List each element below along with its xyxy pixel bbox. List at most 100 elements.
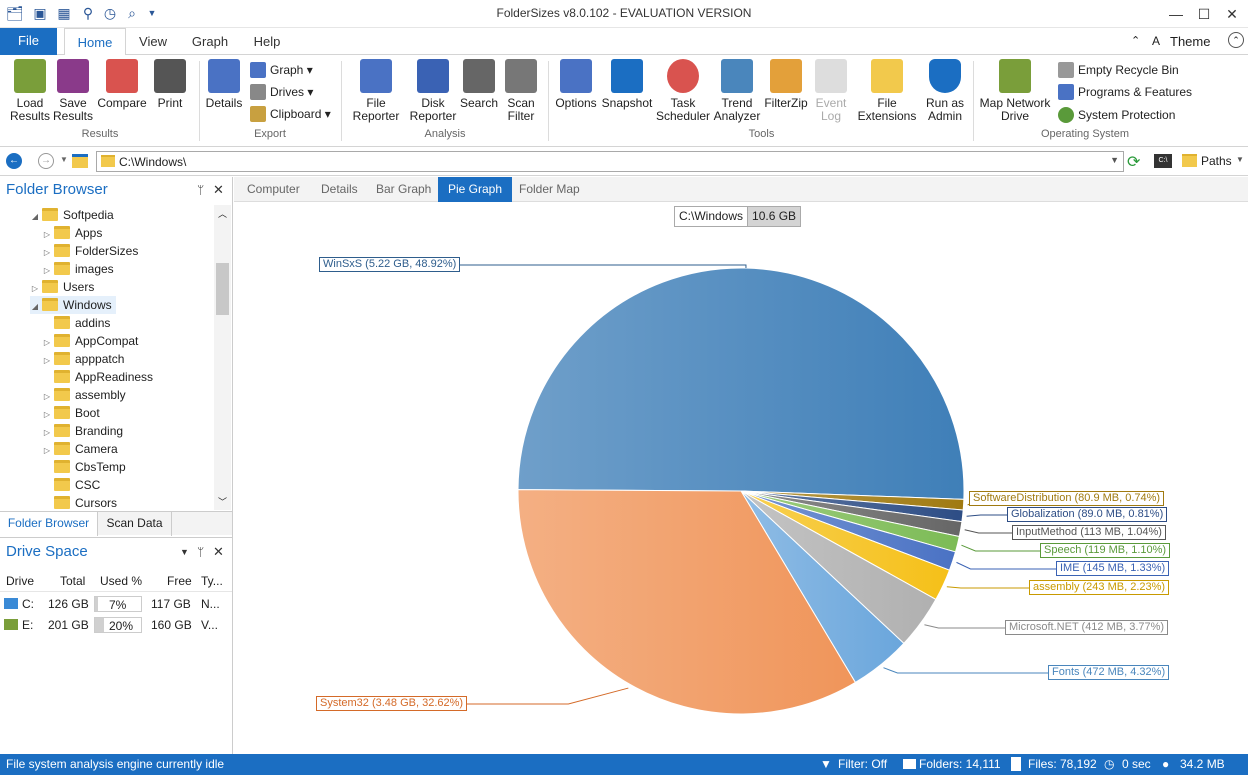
clipboard-dropdown[interactable]: Clipboard ▾ <box>250 103 331 125</box>
collapse-ribbon-icon[interactable]: ⌃ <box>1131 34 1140 47</box>
column-drive[interactable]: Drive <box>6 574 34 588</box>
slice-label[interactable]: Speech (119 MB, 1.10%) <box>1040 543 1171 558</box>
tab-folder-map[interactable]: Folder Map <box>519 177 580 202</box>
theme-button[interactable]: Theme <box>1170 34 1210 49</box>
close-panel-icon[interactable]: ✕ <box>213 538 224 566</box>
column-free[interactable]: Free <box>167 574 192 588</box>
compare-button[interactable]: Compare <box>96 59 148 110</box>
slice-label[interactable]: InputMethod (113 MB, 1.04%) <box>1012 525 1166 540</box>
tab-computer[interactable]: Computer <box>247 177 300 202</box>
tree-item[interactable]: Cursors <box>42 494 117 510</box>
scan-filter-button[interactable]: Scan Filter <box>502 59 540 123</box>
load-results-button[interactable]: Load Results <box>8 59 52 123</box>
breadcrumb-path[interactable]: C:\Windows <box>675 207 747 226</box>
tree-item[interactable]: ▷ images <box>42 260 114 278</box>
path-dropdown-icon[interactable]: ▼ <box>1110 155 1119 165</box>
expand-toggle-icon[interactable]: ◢ <box>30 298 40 316</box>
tree-item[interactable]: ▷ Apps <box>42 224 102 242</box>
tree-item[interactable]: ▷ Branding <box>42 422 123 440</box>
forward-icon[interactable]: → <box>38 153 54 169</box>
tree-item[interactable]: ▷ Boot <box>42 404 100 422</box>
tab-home[interactable]: Home <box>64 28 126 56</box>
pin-icon[interactable]: ᛘ <box>197 177 204 203</box>
up-folder-icon[interactable] <box>72 154 88 168</box>
pin-icon[interactable]: ᛘ <box>197 538 204 566</box>
slice-label[interactable]: Microsoft.NET (412 MB, 3.77%) <box>1005 620 1169 635</box>
tree-scrollbar[interactable]: ︿ ﹀ <box>214 205 231 510</box>
tab-scan-data[interactable]: Scan Data <box>98 512 172 536</box>
tree-item[interactable]: CbsTemp <box>42 458 126 476</box>
tree-item[interactable]: ▷ AppCompat <box>42 332 138 350</box>
tree-item[interactable]: ▷ Users <box>30 278 94 296</box>
refresh-icon[interactable]: ⟳ <box>1127 152 1140 172</box>
run-as-admin-button[interactable]: Run as Admin <box>922 59 968 123</box>
scroll-up-icon[interactable]: ︿ <box>218 207 227 220</box>
drives-dropdown[interactable]: Drives ▾ <box>250 81 313 103</box>
print-button[interactable]: Print <box>152 59 188 110</box>
scroll-thumb[interactable] <box>216 263 229 315</box>
options-button[interactable]: Options <box>554 59 598 110</box>
paths-button[interactable]: Paths <box>1201 154 1232 168</box>
slice-label[interactable]: assembly (243 MB, 2.23%) <box>1029 580 1170 595</box>
tree-item[interactable]: ▷ assembly <box>42 386 126 404</box>
tab-view[interactable]: View <box>132 28 174 55</box>
tree-item[interactable]: ▷ apppatch <box>42 350 124 368</box>
disk-reporter-button[interactable]: Disk Reporter <box>407 59 459 123</box>
tab-pie-graph[interactable]: Pie Graph <box>438 177 513 202</box>
graph-dropdown[interactable]: Graph ▾ <box>250 59 313 81</box>
scroll-down-icon[interactable]: ﹀ <box>218 495 227 508</box>
minimize-button[interactable]: — <box>1162 4 1190 24</box>
tree-item[interactable]: addins <box>42 314 110 332</box>
column-total[interactable]: Total <box>60 574 85 588</box>
tree-item[interactable]: CSC <box>42 476 100 494</box>
task-scheduler-button[interactable]: Task Scheduler <box>656 59 710 123</box>
slice-label[interactable]: SoftwareDistribution (80.9 MB, 0.74%) <box>969 491 1165 506</box>
tab-graph[interactable]: Graph <box>184 28 236 55</box>
search-button[interactable]: Search <box>460 59 498 110</box>
pie-slice[interactable] <box>517 267 965 500</box>
column-type[interactable]: Ty... <box>201 574 223 588</box>
tab-file[interactable]: File <box>0 28 57 55</box>
system-protection-button[interactable]: System Protection <box>1058 104 1175 126</box>
tree-item[interactable]: ▷ Camera <box>42 440 118 458</box>
path-input[interactable]: C:\Windows\ ▼ <box>96 151 1124 172</box>
drive-row[interactable]: C: 126 GB 117 GB N... 7% <box>0 594 232 614</box>
event-log-button[interactable]: Event Log <box>812 59 850 123</box>
maximize-button[interactable]: ☐ <box>1190 4 1218 24</box>
expand-toggle-icon[interactable]: ◢ <box>30 208 40 226</box>
tree-item[interactable]: ◢ Softpedia <box>30 206 114 224</box>
close-panel-icon[interactable]: ✕ <box>213 177 224 203</box>
back-icon[interactable]: ← <box>6 153 22 169</box>
slice-label[interactable]: IME (145 MB, 1.33%) <box>1056 561 1170 576</box>
panel-dropdown-icon[interactable]: ▼ <box>180 538 189 566</box>
tree-item[interactable]: ◢ Windows <box>30 296 116 314</box>
close-button[interactable]: ✕ <box>1218 4 1246 24</box>
slice-label[interactable]: Fonts (472 MB, 4.32%) <box>1048 665 1170 680</box>
details-button[interactable]: Details <box>204 59 244 110</box>
filter-status[interactable]: Filter: Off <box>838 754 887 775</box>
command-prompt-icon[interactable]: C:\ <box>1154 154 1172 168</box>
tab-bar-graph[interactable]: Bar Graph <box>376 177 431 202</box>
column-used[interactable]: Used % <box>100 574 142 588</box>
snapshot-button[interactable]: Snapshot <box>600 59 654 110</box>
tab-folder-browser[interactable]: Folder Browser <box>0 512 98 536</box>
drive-row[interactable]: E: 201 GB 160 GB V... 20% <box>0 615 232 635</box>
collapse-up-icon[interactable]: ⌃ <box>1228 32 1244 48</box>
save-results-button[interactable]: Save Results <box>53 59 93 123</box>
history-dropdown-icon[interactable]: ▼ <box>60 155 68 164</box>
paths-dropdown-icon[interactable]: ▼ <box>1236 155 1244 164</box>
file-reporter-button[interactable]: File Reporter <box>347 59 405 123</box>
slice-label[interactable]: Globalization (89.0 MB, 0.81%) <box>1007 507 1168 522</box>
programs-features-button[interactable]: Programs & Features <box>1058 81 1192 103</box>
tab-details[interactable]: Details <box>321 177 358 202</box>
file-extensions-button[interactable]: File Extensions <box>854 59 920 123</box>
slice-label[interactable]: System32 (3.48 GB, 32.62%) <box>316 696 468 711</box>
tab-help[interactable]: Help <box>246 28 288 55</box>
trend-analyzer-button[interactable]: Trend Analyzer <box>712 59 762 123</box>
tree-item[interactable]: AppReadiness <box>42 368 153 386</box>
map-network-drive-button[interactable]: Map Network Drive <box>978 59 1052 123</box>
slice-label[interactable]: WinSxS (5.22 GB, 48.92%) <box>319 257 461 272</box>
filterzip-button[interactable]: FilterZip <box>763 59 809 110</box>
tree-item[interactable]: ▷ FolderSizes <box>42 242 138 260</box>
empty-recycle-bin-button[interactable]: Empty Recycle Bin <box>1058 59 1179 81</box>
